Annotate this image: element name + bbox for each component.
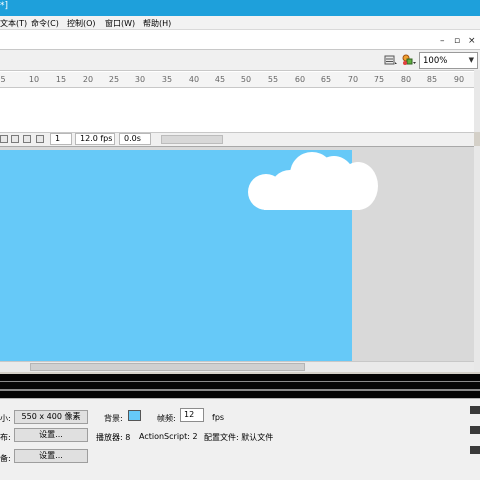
document-size-button[interactable]: 550 x 400 像素 (14, 410, 88, 424)
ruler-number: 60 (294, 75, 306, 84)
edit-scene-icon[interactable] (384, 54, 398, 66)
background-color-swatch[interactable] (128, 410, 141, 421)
divider-line (0, 389, 480, 391)
panel-divider (0, 374, 480, 398)
ruler-number: 85 (426, 75, 438, 84)
publish-label: 布: (0, 433, 11, 442)
timeline-scrollbar[interactable] (474, 70, 480, 132)
timeline-hscroll[interactable] (161, 135, 223, 144)
ruler-number: 40 (188, 75, 200, 84)
player-version: 播放器: 8 (96, 433, 131, 442)
ruler-number: 10 (28, 75, 40, 84)
ruler-number: 30 (134, 75, 146, 84)
background-label: 背景: (104, 414, 123, 423)
ruler-number: 50 (240, 75, 252, 84)
menu-text[interactable]: 文本(T) (0, 18, 27, 29)
actionscript-version: ActionScript: 2 (139, 432, 198, 441)
stage-hscroll-thumb[interactable] (30, 363, 305, 371)
minimize-button[interactable]: – (440, 37, 445, 46)
divider-line (0, 381, 480, 382)
ruler-number: 65 (320, 75, 332, 84)
ruler-number: 45 (214, 75, 226, 84)
document-label: 备: (0, 454, 11, 463)
current-frame: 1 (50, 133, 72, 145)
stage-vscroll[interactable] (474, 146, 480, 372)
size-label: 小: (0, 414, 11, 423)
frame-rate: 12.0 fps (75, 133, 115, 145)
restore-button[interactable]: ▫ (454, 37, 460, 46)
menu-window[interactable]: 窗口(W) (105, 18, 135, 29)
center-frame-icon[interactable] (0, 135, 8, 143)
onion-skin-icon[interactable] (11, 135, 19, 143)
zoom-value: 100% (423, 56, 448, 66)
edit-symbol-icon[interactable] (401, 54, 416, 66)
close-button[interactable]: × (468, 37, 476, 46)
document-tab-band (0, 30, 480, 50)
window-title: *] (0, 1, 9, 11)
profile-label: 配置文件: 默认文件 (204, 433, 274, 442)
menu-help[interactable]: 帮助(H) (143, 18, 171, 29)
panel-handle[interactable] (470, 406, 480, 414)
ruler-number: 5 (0, 75, 6, 84)
ruler-number: 35 (161, 75, 173, 84)
ruler-number: 20 (82, 75, 94, 84)
chevron-down-icon[interactable]: ▼ (469, 56, 474, 64)
ruler-number: 80 (400, 75, 412, 84)
ruler-number: 90 (453, 75, 465, 84)
panel-handle[interactable] (470, 426, 480, 434)
cloud-shape[interactable] (246, 150, 382, 216)
fps-unit-label: fps (212, 413, 225, 422)
ruler-number: 75 (373, 75, 385, 84)
title-bar: *] (0, 0, 480, 16)
document-window-controls: – ▫ × (438, 37, 480, 47)
layer-frames-strip[interactable] (0, 92, 474, 106)
menu-commands[interactable]: 命令(C) (31, 18, 59, 29)
publish-settings-button[interactable]: 设置... (14, 428, 88, 442)
zoom-select[interactable]: 100% ▼ (419, 52, 478, 69)
stage-hscroll[interactable] (0, 361, 474, 372)
frame-rate-label: 帧频: (157, 414, 176, 423)
elapsed-time: 0.0s (119, 133, 151, 145)
frame-rate-input[interactable]: 12 (180, 408, 204, 422)
ruler-number: 15 (55, 75, 67, 84)
ruler-number: 25 (108, 75, 120, 84)
menu-control[interactable]: 控制(O) (67, 18, 96, 29)
edit-multiple-icon[interactable] (36, 135, 44, 143)
document-settings-button[interactable]: 设置... (14, 449, 88, 463)
onion-outline-icon[interactable] (23, 135, 31, 143)
ruler-number: 70 (347, 75, 359, 84)
menu-bar: 文本(T) 命令(C) 控制(O) 窗口(W) 帮助(H) (0, 16, 480, 30)
panel-handle[interactable] (470, 446, 480, 454)
ruler-number: 55 (267, 75, 279, 84)
